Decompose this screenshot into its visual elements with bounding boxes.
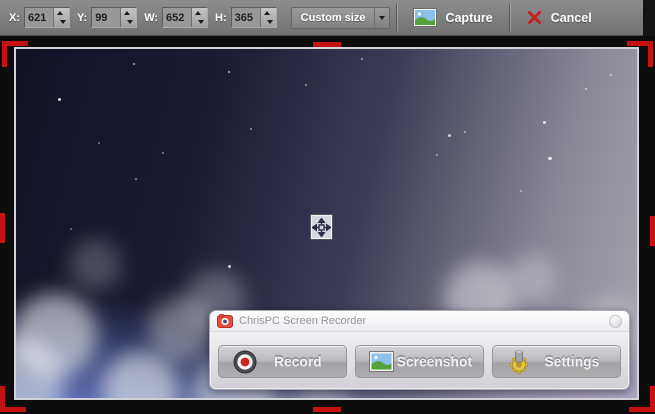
spinner-up-icon[interactable] — [195, 11, 201, 15]
cancel-button[interactable]: Cancel — [516, 3, 602, 33]
toolbar-divider — [396, 4, 397, 32]
w-field — [162, 7, 208, 28]
capture-region-frame — [14, 47, 639, 400]
spinner-up-icon[interactable] — [124, 11, 130, 15]
resize-handle-bottom-center[interactable] — [313, 407, 341, 412]
y-input[interactable] — [92, 8, 120, 27]
dropdown-arrow-icon[interactable] — [374, 8, 389, 28]
resize-handle-bottom-left[interactable] — [0, 407, 26, 412]
x-input[interactable] — [25, 8, 53, 27]
capture-toolbar: X: Y: W: H: — [0, 0, 643, 36]
h-field — [231, 7, 277, 28]
h-input[interactable] — [232, 8, 260, 27]
w-spinner[interactable] — [191, 8, 207, 27]
spinner-down-icon[interactable] — [60, 20, 66, 24]
h-label: H: — [215, 12, 227, 24]
w-label: W: — [144, 12, 158, 24]
w-input[interactable] — [163, 8, 191, 27]
y-label: Y: — [77, 12, 87, 24]
x-label: X: — [9, 12, 20, 24]
spinner-up-icon[interactable] — [264, 11, 270, 15]
x-field — [24, 7, 70, 28]
resize-handle-top-center[interactable] — [313, 42, 341, 47]
y-field — [91, 7, 137, 28]
capture-button-label: Capture — [445, 11, 492, 25]
resize-handle-right-middle[interactable] — [650, 216, 655, 246]
capture-image-icon — [413, 8, 437, 27]
resize-handle-top-right[interactable] — [648, 41, 653, 67]
cancel-button-label: Cancel — [551, 11, 592, 25]
toolbar-divider — [509, 4, 510, 32]
y-spinner[interactable] — [120, 8, 136, 27]
spinner-down-icon[interactable] — [198, 20, 204, 24]
x-spinner[interactable] — [53, 8, 69, 27]
spinner-down-icon[interactable] — [127, 20, 133, 24]
resize-handle-bottom-right[interactable] — [650, 386, 655, 412]
h-spinner[interactable] — [260, 8, 276, 27]
spinner-up-icon[interactable] — [57, 11, 63, 15]
capture-button[interactable]: Capture — [403, 3, 502, 33]
cancel-x-icon — [526, 9, 543, 26]
resize-handle-top-left[interactable] — [2, 41, 7, 67]
screen-capture-overlay: X: Y: W: H: — [0, 0, 655, 414]
spinner-down-icon[interactable] — [267, 20, 273, 24]
size-preset-dropdown[interactable]: Custom size — [291, 7, 391, 29]
resize-handle-left-middle[interactable] — [0, 213, 5, 243]
toolbar-end-spacer — [643, 0, 655, 36]
size-preset-value: Custom size — [292, 8, 375, 28]
